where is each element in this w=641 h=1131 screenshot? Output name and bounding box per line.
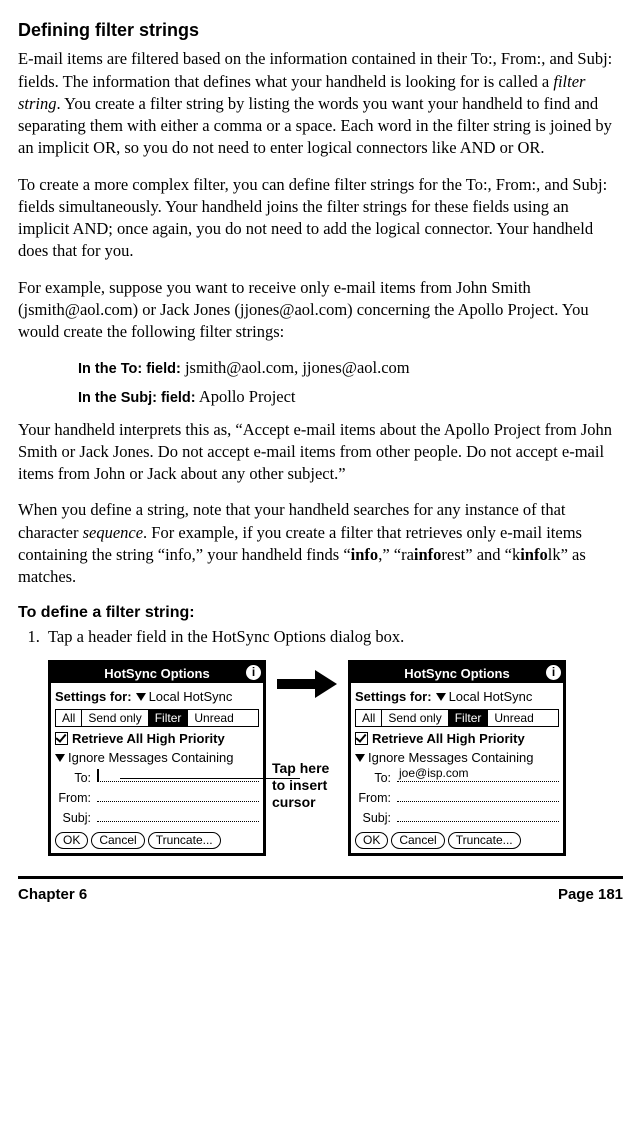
page-footer: Chapter 6 Page 181 — [18, 876, 623, 905]
procedure-heading: To define a filter string: — [18, 602, 623, 624]
from-label: From: — [355, 790, 397, 807]
info-icon[interactable]: i — [246, 665, 261, 680]
to-row: To: joe@isp.com — [355, 769, 559, 787]
to-field[interactable] — [97, 769, 259, 782]
paragraph-4: Your handheld interprets this as, “Accep… — [18, 419, 623, 486]
tab-filter[interactable]: Filter — [149, 710, 189, 726]
paragraph-3: For example, suppose you want to receive… — [18, 277, 623, 344]
chevron-down-icon[interactable] — [436, 693, 446, 701]
p1-post: . You create a filter string by listing … — [18, 94, 612, 158]
cancel-button[interactable]: Cancel — [391, 832, 444, 849]
retrieve-row: Retrieve All High Priority — [55, 730, 259, 748]
tab-filter[interactable]: Filter — [449, 710, 489, 726]
paragraph-1: E-mail items are filtered based on the i… — [18, 48, 623, 159]
tab-unread[interactable]: Unread — [488, 710, 539, 726]
settings-label: Settings for: — [55, 688, 132, 706]
step-1: Tap a header field in the HotSync Option… — [44, 626, 623, 648]
checkbox-retrieve[interactable] — [355, 732, 368, 745]
to-label: To: — [355, 770, 397, 787]
to-value: joe@isp.com — [399, 765, 469, 781]
to-field[interactable]: joe@isp.com — [397, 769, 559, 782]
p1-pre: E-mail items are filtered based on the i… — [18, 49, 612, 90]
example-subj-row: In the Subj: field: Apollo Project — [78, 386, 623, 409]
example-to-row: In the To: field: jsmith@aol.com, jjones… — [78, 357, 623, 380]
screenshots-row: HotSync Options i Settings for: Local Ho… — [48, 660, 623, 855]
subj-label: Subj: — [355, 810, 397, 827]
chevron-down-icon[interactable] — [55, 754, 65, 762]
example-to-value: jsmith@aol.com, jjones@aol.com — [181, 358, 410, 377]
tab-bar: All Send only Filter Unread — [55, 709, 259, 727]
procedure-list: Tap a header field in the HotSync Option… — [18, 626, 623, 648]
section-heading: Defining filter strings — [18, 18, 623, 42]
button-row: OK Cancel Truncate... — [355, 832, 559, 849]
settings-value[interactable]: Local HotSync — [449, 688, 533, 706]
subj-field[interactable] — [97, 809, 259, 822]
footer-left: Chapter 6 — [18, 885, 87, 905]
p5-d: rest” and “k — [441, 545, 520, 564]
button-row: OK Cancel Truncate... — [55, 832, 259, 849]
example-subj-label: In the Subj: field: — [78, 390, 196, 406]
titlebar: HotSync Options i — [51, 663, 263, 683]
retrieve-label: Retrieve All High Priority — [72, 730, 225, 748]
arrow-right-icon — [277, 670, 337, 698]
from-label: From: — [55, 790, 97, 807]
subj-label: Subj: — [55, 810, 97, 827]
settings-value[interactable]: Local HotSync — [149, 688, 233, 706]
paragraph-5: When you define a string, note that your… — [18, 499, 623, 588]
p5-em: sequence — [83, 523, 143, 542]
callout-text: Tap here to insert cursor — [272, 760, 342, 810]
truncate-button[interactable]: Truncate... — [448, 832, 521, 849]
from-row: From: — [355, 789, 559, 807]
settings-row: Settings for: Local HotSync — [55, 688, 259, 706]
checkbox-retrieve[interactable] — [55, 732, 68, 745]
p5-s2: info — [414, 545, 442, 564]
subj-row: Subj: — [355, 809, 559, 827]
settings-label: Settings for: — [355, 688, 432, 706]
ignore-row[interactable]: Ignore Messages Containing — [55, 749, 259, 767]
middle-column: Tap here to insert cursor — [272, 660, 342, 810]
from-field[interactable] — [97, 789, 259, 802]
footer-right: Page 181 — [558, 885, 623, 905]
callout-connector-line — [120, 778, 300, 779]
paragraph-2: To create a more complex filter, you can… — [18, 174, 623, 263]
example-to-label: In the To: field: — [78, 361, 181, 377]
from-field[interactable] — [397, 789, 559, 802]
subj-row: Subj: — [55, 809, 259, 827]
chevron-down-icon[interactable] — [136, 693, 146, 701]
tab-all[interactable]: All — [356, 710, 382, 726]
device-screenshot-right: HotSync Options i Settings for: Local Ho… — [348, 660, 566, 855]
p5-c: ,” “ra — [378, 545, 414, 564]
ok-button[interactable]: OK — [355, 832, 388, 849]
ignore-label: Ignore Messages Containing — [68, 749, 234, 767]
tab-send-only[interactable]: Send only — [382, 710, 448, 726]
ok-button[interactable]: OK — [55, 832, 88, 849]
to-label: To: — [55, 770, 97, 787]
titlebar-text: HotSync Options — [404, 665, 509, 683]
chevron-down-icon[interactable] — [355, 754, 365, 762]
retrieve-label: Retrieve All High Priority — [372, 730, 525, 748]
tab-send-only[interactable]: Send only — [82, 710, 148, 726]
device-screenshot-left: HotSync Options i Settings for: Local Ho… — [48, 660, 266, 855]
retrieve-row: Retrieve All High Priority — [355, 730, 559, 748]
p5-s3: info — [520, 545, 548, 564]
tab-unread[interactable]: Unread — [188, 710, 239, 726]
p5-s1: info — [351, 545, 379, 564]
text-cursor — [97, 769, 99, 781]
example-block: In the To: field: jsmith@aol.com, jjones… — [78, 357, 623, 408]
info-icon[interactable]: i — [546, 665, 561, 680]
titlebar: HotSync Options i — [351, 663, 563, 683]
from-row: From: — [55, 789, 259, 807]
example-subj-value: Apollo Project — [196, 387, 296, 406]
cancel-button[interactable]: Cancel — [91, 832, 144, 849]
tab-all[interactable]: All — [56, 710, 82, 726]
tab-bar: All Send only Filter Unread — [355, 709, 559, 727]
truncate-button[interactable]: Truncate... — [148, 832, 221, 849]
titlebar-text: HotSync Options — [104, 665, 209, 683]
subj-field[interactable] — [397, 809, 559, 822]
settings-row: Settings for: Local HotSync — [355, 688, 559, 706]
